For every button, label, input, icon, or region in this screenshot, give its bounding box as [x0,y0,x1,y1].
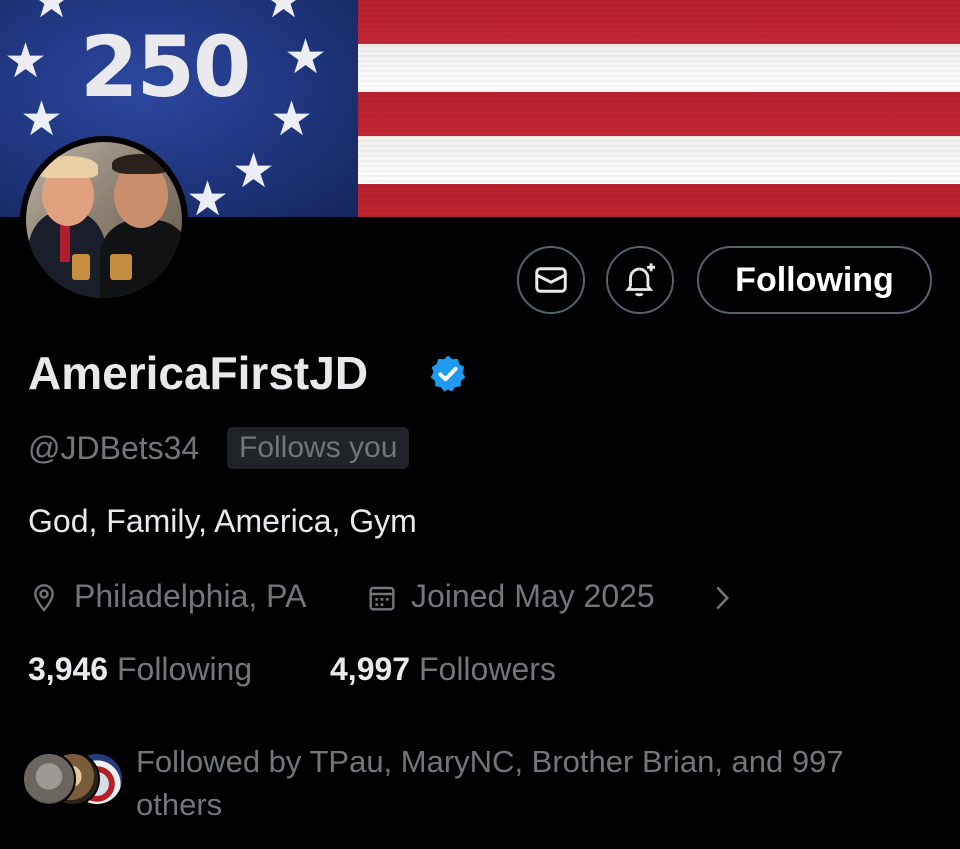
flag-stripes [358,0,960,217]
calendar-icon [369,586,395,611]
star-icon: ★ [30,0,74,28]
following-count: 3,946 [28,651,109,687]
avatar-photo [26,142,182,298]
followers-label: Followers [418,651,556,687]
following-button[interactable]: Following [697,246,932,314]
star-icon: ★ [284,31,328,84]
profile-location: Philadelphia, PA [74,578,307,614]
followers-stat[interactable]: 4,997 Followers [330,651,556,688]
envelope-icon [535,267,567,293]
profile-bio: God, Family, America, Gym [28,503,417,539]
banner-text: 250 [80,18,251,116]
user-handle: @JDBets34 [28,430,200,466]
bell-plus-icon [625,263,656,297]
star-icon: ★ [232,145,276,198]
message-button[interactable] [517,246,585,314]
follows-you-badge: Follows you [227,427,410,469]
verified-badge-icon[interactable] [427,353,469,395]
star-icon: ★ [186,173,230,218]
joined-date: Joined May 2025 [411,578,655,614]
chevron-right-icon[interactable] [708,583,736,613]
notifications-button[interactable] [606,246,674,314]
star-icon: ★ [4,35,48,88]
following-stat[interactable]: 3,946 Following [28,651,252,688]
location-pin-icon [34,584,54,612]
star-icon: ★ [20,93,64,146]
follower-avatar [22,752,76,806]
display-name: AmericaFirstJD [28,347,369,399]
following-label: Following [116,651,253,687]
followers-count: 4,997 [330,651,411,687]
star-icon: ★ [262,0,306,28]
profile-avatar[interactable] [20,136,188,304]
followed-by-text[interactable]: Followed by TPau, MaryNC, Brother Brian,… [136,740,926,826]
star-icon: ★ [270,93,314,146]
